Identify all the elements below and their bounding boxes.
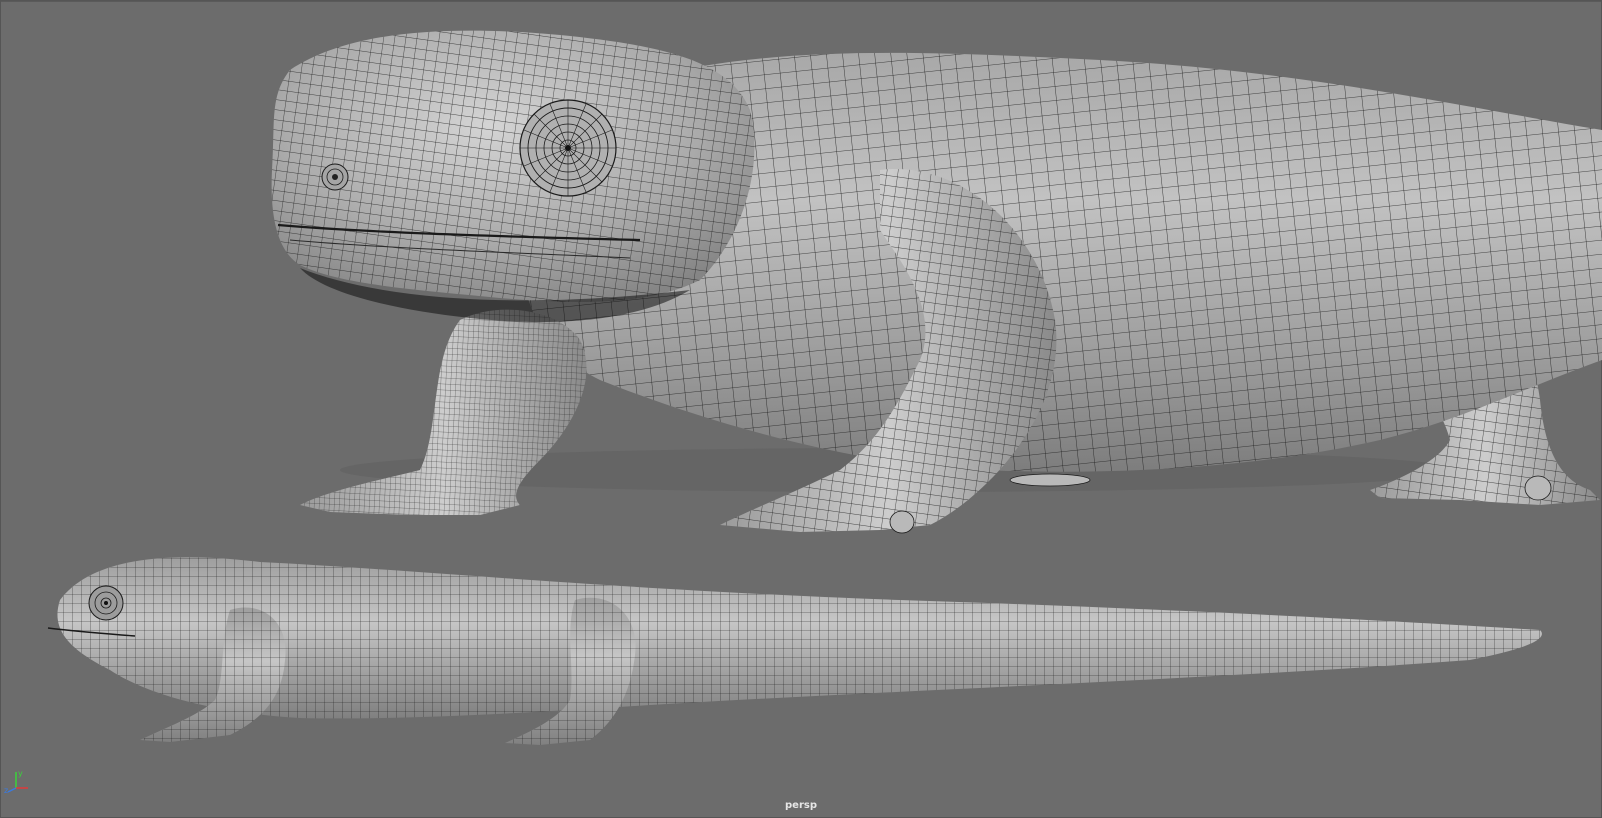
y-axis-label: y (18, 769, 23, 778)
salamander-full-side-mesh[interactable] (0, 0, 1602, 818)
camera-name-label: persp (785, 800, 817, 811)
z-axis-line (7, 787, 17, 793)
axis-gizmo: y z (4, 768, 30, 795)
maya-viewport[interactable]: y z persp (0, 0, 1602, 818)
z-axis-label: z (4, 786, 8, 794)
